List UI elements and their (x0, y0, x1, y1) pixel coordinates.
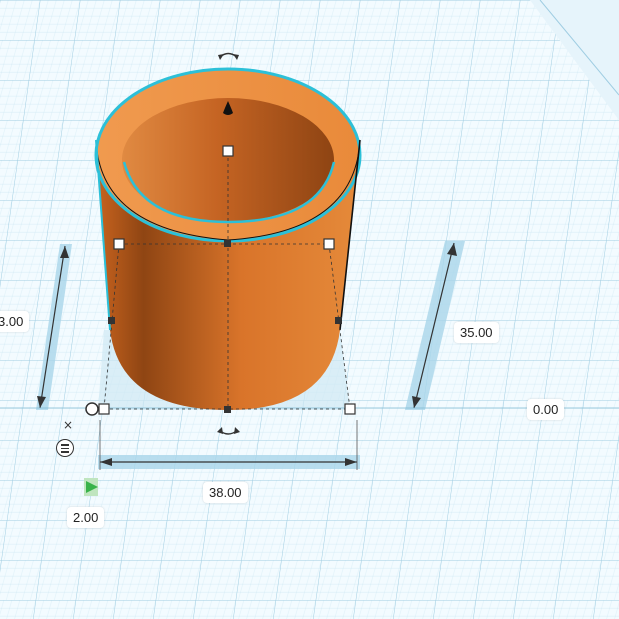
height-handle-top[interactable] (222, 145, 234, 157)
resize-handle-bottom-right[interactable] (344, 403, 356, 415)
dimension-label-height-left[interactable]: 3.00 (0, 311, 30, 332)
close-icon[interactable]: × (63, 418, 73, 432)
resize-handle-top-right[interactable] (323, 238, 335, 250)
edge-handle-top[interactable] (224, 240, 231, 247)
dimension-label-offset[interactable]: 2.00 (67, 507, 105, 528)
resize-handle-bottom-left[interactable] (98, 403, 110, 415)
edge-handle-bottom[interactable] (224, 406, 231, 413)
origin-marker[interactable] (85, 402, 99, 416)
hamburger-menu-icon[interactable] (56, 439, 74, 457)
resize-handle-top-left[interactable] (113, 238, 125, 250)
dimension-label-elevation[interactable]: 0.00 (527, 399, 565, 420)
edge-handle-right[interactable] (335, 317, 342, 324)
dimension-label-width[interactable]: 38.00 (203, 482, 248, 503)
dimension-label-height[interactable]: 35.00 (454, 322, 499, 343)
edge-handle-left[interactable] (108, 317, 115, 324)
